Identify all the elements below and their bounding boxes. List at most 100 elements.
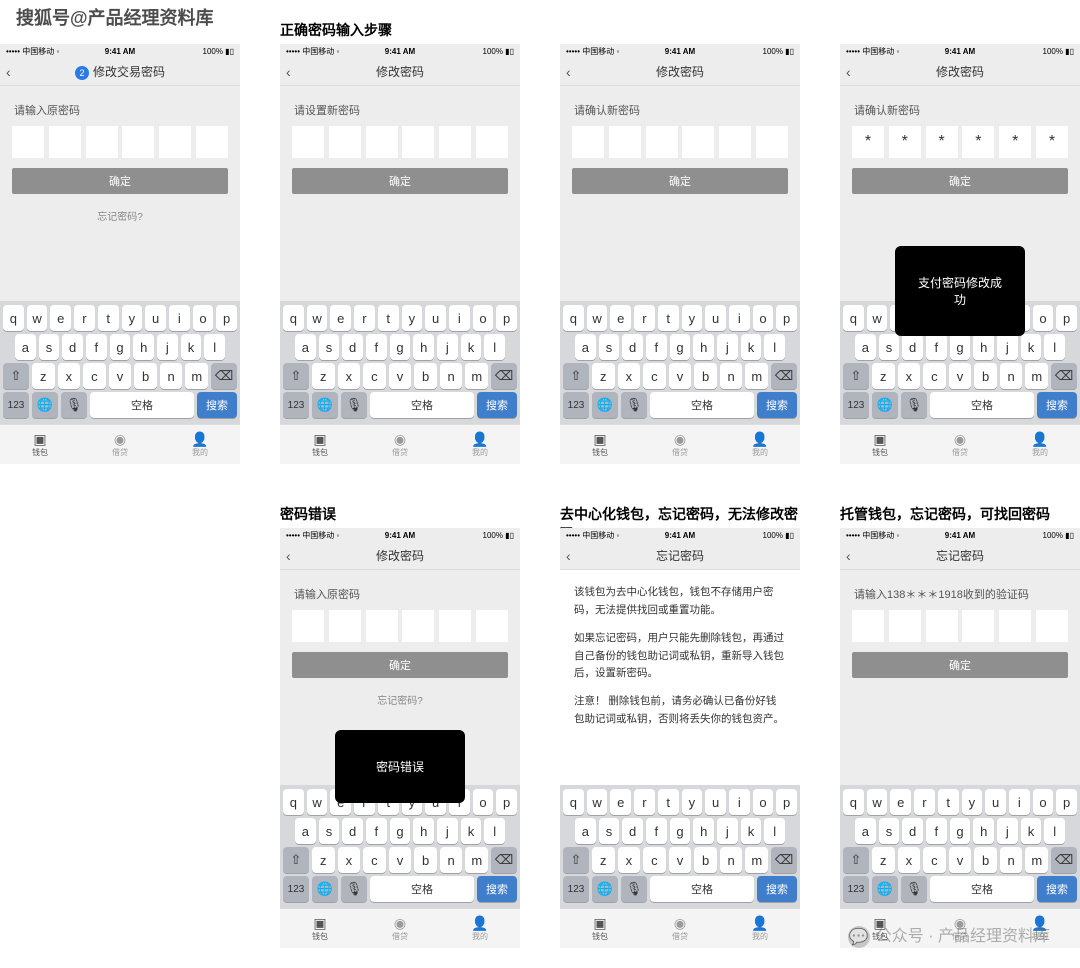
key-b[interactable]: b	[694, 363, 717, 389]
space-key[interactable]: 空格	[930, 876, 1034, 902]
globe-key[interactable]: 🌐	[872, 392, 898, 418]
key-h[interactable]: h	[133, 334, 154, 360]
key-d[interactable]: d	[902, 818, 923, 844]
pin-cell[interactable]	[476, 126, 508, 158]
shift-key[interactable]: ⇧	[283, 847, 309, 873]
key-p[interactable]: p	[1056, 789, 1077, 815]
key-c[interactable]: c	[643, 847, 666, 873]
key-f[interactable]: f	[926, 818, 947, 844]
key-v[interactable]: v	[389, 363, 412, 389]
key-d[interactable]: d	[902, 334, 923, 360]
pin-cell[interactable]: *	[926, 126, 958, 158]
key-v[interactable]: v	[109, 363, 132, 389]
key-r[interactable]: r	[634, 789, 655, 815]
key-i[interactable]: i	[1009, 789, 1030, 815]
key-z[interactable]: z	[32, 363, 55, 389]
key-e[interactable]: e	[610, 305, 631, 331]
key-q[interactable]: q	[563, 789, 584, 815]
tab-2[interactable]: 👤我的	[440, 425, 520, 464]
mic-key[interactable]: 🎙	[61, 392, 87, 418]
tab-1[interactable]: ◉借贷	[360, 425, 440, 464]
key-g[interactable]: g	[670, 334, 691, 360]
key-k[interactable]: k	[1021, 818, 1042, 844]
delete-key[interactable]: ⌫	[771, 847, 797, 873]
key-j[interactable]: j	[717, 334, 738, 360]
key-y[interactable]: y	[402, 305, 423, 331]
key-m[interactable]: m	[185, 363, 208, 389]
key-y[interactable]: y	[682, 789, 703, 815]
pin-cell[interactable]	[1036, 610, 1068, 642]
key-u[interactable]: u	[985, 789, 1006, 815]
key-f[interactable]: f	[366, 334, 387, 360]
key-n[interactable]: n	[160, 363, 183, 389]
key-c[interactable]: c	[643, 363, 666, 389]
pin-cell[interactable]	[999, 610, 1031, 642]
key-c[interactable]: c	[363, 847, 386, 873]
pin-cell[interactable]: *	[889, 126, 921, 158]
pin-cell[interactable]	[49, 126, 81, 158]
globe-key[interactable]: 🌐	[872, 876, 898, 902]
confirm-button[interactable]: 确定	[852, 652, 1068, 678]
pin-cell[interactable]	[402, 126, 434, 158]
key-n[interactable]: n	[720, 363, 743, 389]
key-k[interactable]: k	[741, 818, 762, 844]
space-key[interactable]: 空格	[650, 392, 754, 418]
pin-cell[interactable]	[196, 126, 228, 158]
key-j[interactable]: j	[717, 818, 738, 844]
key-g[interactable]: g	[950, 818, 971, 844]
tab-0[interactable]: ▣钱包	[280, 909, 360, 948]
key-v[interactable]: v	[389, 847, 412, 873]
delete-key[interactable]: ⌫	[1051, 363, 1077, 389]
key-w[interactable]: w	[587, 305, 608, 331]
globe-key[interactable]: 🌐	[592, 392, 618, 418]
key-c[interactable]: c	[923, 847, 946, 873]
key-q[interactable]: q	[283, 789, 304, 815]
key-j[interactable]: j	[997, 334, 1018, 360]
key-y[interactable]: y	[682, 305, 703, 331]
mic-key[interactable]: 🎙	[901, 392, 927, 418]
search-key[interactable]: 搜索	[1037, 392, 1077, 418]
pin-cell[interactable]	[86, 126, 118, 158]
numeric-key[interactable]: 123	[283, 876, 309, 902]
key-i[interactable]: i	[449, 305, 470, 331]
pin-input[interactable]	[852, 610, 1068, 642]
key-q[interactable]: q	[3, 305, 24, 331]
back-button[interactable]: ‹	[286, 64, 291, 80]
key-n[interactable]: n	[440, 363, 463, 389]
pin-cell[interactable]	[292, 126, 324, 158]
pin-cell[interactable]	[122, 126, 154, 158]
key-g[interactable]: g	[670, 818, 691, 844]
key-v[interactable]: v	[669, 363, 692, 389]
key-u[interactable]: u	[705, 789, 726, 815]
key-e[interactable]: e	[50, 305, 71, 331]
shift-key[interactable]: ⇧	[563, 363, 589, 389]
pin-input[interactable]	[12, 126, 228, 158]
confirm-button[interactable]: 确定	[852, 168, 1068, 194]
key-g[interactable]: g	[390, 334, 411, 360]
confirm-button[interactable]: 确定	[572, 168, 788, 194]
search-key[interactable]: 搜索	[757, 392, 797, 418]
pin-input[interactable]	[572, 126, 788, 158]
key-z[interactable]: z	[312, 847, 335, 873]
mic-key[interactable]: 🎙	[341, 392, 367, 418]
key-m[interactable]: m	[465, 847, 488, 873]
globe-key[interactable]: 🌐	[312, 876, 338, 902]
key-t[interactable]: t	[658, 789, 679, 815]
mic-key[interactable]: 🎙	[341, 876, 367, 902]
key-v[interactable]: v	[669, 847, 692, 873]
numeric-key[interactable]: 123	[843, 876, 869, 902]
key-b[interactable]: b	[694, 847, 717, 873]
back-button[interactable]: ‹	[566, 64, 571, 80]
key-a[interactable]: a	[575, 334, 596, 360]
confirm-button[interactable]: 确定	[292, 168, 508, 194]
key-x[interactable]: x	[58, 363, 81, 389]
key-d[interactable]: d	[342, 334, 363, 360]
pin-cell[interactable]	[476, 610, 508, 642]
key-w[interactable]: w	[587, 789, 608, 815]
pin-cell[interactable]	[646, 126, 678, 158]
key-d[interactable]: d	[62, 334, 83, 360]
tab-0[interactable]: ▣钱包	[280, 425, 360, 464]
back-button[interactable]: ‹	[566, 548, 571, 564]
key-h[interactable]: h	[693, 334, 714, 360]
pin-input[interactable]: ******	[852, 126, 1068, 158]
